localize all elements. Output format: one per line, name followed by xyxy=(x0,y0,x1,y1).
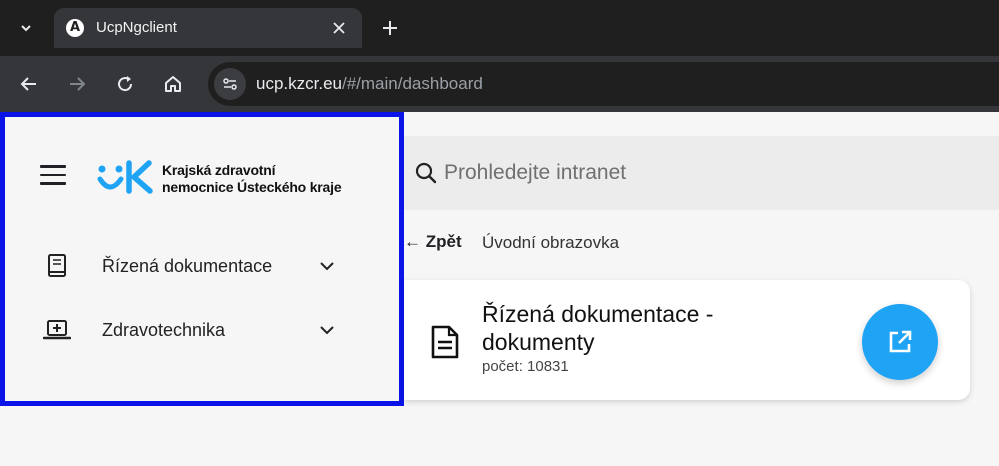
angular-favicon-icon: A xyxy=(66,19,84,37)
new-tab-plus-icon[interactable] xyxy=(376,14,404,42)
tab-title: UcpNgclient xyxy=(96,19,177,36)
back-arrow-icon: ← xyxy=(404,232,421,251)
search-bar[interactable]: Prohledejte intranet xyxy=(404,136,999,210)
url-path: /#/main/dashboard xyxy=(342,74,483,93)
tab-close-icon[interactable] xyxy=(328,17,350,39)
home-icon[interactable] xyxy=(159,70,187,98)
sidebar-item-label: Řízená dokumentace xyxy=(102,256,273,276)
browser-tab-bar: A UcpNgclient xyxy=(0,0,999,56)
address-bar[interactable]: ucp.kzcr.eu/#/main/dashboard xyxy=(208,62,999,106)
url-text: ucp.kzcr.eu/#/main/dashboard xyxy=(256,74,483,94)
open-external-icon xyxy=(889,330,912,353)
breadcrumb-current: Úvodní obrazovka xyxy=(482,233,620,252)
sidebar-item-label: Zdravotechnika xyxy=(102,320,226,340)
laptop-plus-icon xyxy=(43,320,71,340)
back-label: Zpět xyxy=(425,232,462,251)
uk-logo-mark xyxy=(97,160,153,194)
back-arrow-icon[interactable] xyxy=(15,70,43,98)
chevron-down-icon[interactable] xyxy=(317,320,337,340)
sidebar-item-rizena-dokumentace[interactable]: Řízená dokumentace xyxy=(43,244,343,288)
tab-search-chevron-icon[interactable] xyxy=(12,14,40,42)
browser-tab[interactable]: A UcpNgclient xyxy=(54,8,362,48)
logo-text-line2: nemocnice Ústeckého kraje xyxy=(162,179,342,195)
book-icon xyxy=(48,254,66,277)
site-settings-icon[interactable] xyxy=(214,68,246,100)
document-icon xyxy=(431,325,459,359)
sidebar-item-zdravotechnika[interactable]: Zdravotechnika xyxy=(43,308,343,352)
forward-arrow-icon[interactable] xyxy=(63,70,91,98)
reload-icon[interactable] xyxy=(111,70,139,98)
back-link[interactable]: ← Zpět xyxy=(404,232,462,252)
url-host: ucp.kzcr.eu xyxy=(256,74,342,93)
dashboard-card[interactable]: Řízená dokumentace - dokumenty počet: 10… xyxy=(404,280,970,400)
card-title: Řízená dokumentace - dokumenty xyxy=(482,301,714,355)
logo-text: Krajská zdravotní nemocnice Ústeckého kr… xyxy=(162,162,392,196)
search-input[interactable]: Prohledejte intranet xyxy=(444,161,626,185)
card-count: počet: 10831 xyxy=(482,358,569,375)
logo-text-line1: Krajská zdravotní xyxy=(162,162,276,178)
hamburger-menu-icon[interactable] xyxy=(40,165,66,187)
browser-toolbar: ucp.kzcr.eu/#/main/dashboard xyxy=(0,56,999,112)
open-external-button[interactable] xyxy=(862,304,938,380)
search-icon xyxy=(415,162,437,184)
sidebar: Krajská zdravotní nemocnice Ústeckého kr… xyxy=(0,112,404,406)
chevron-down-icon[interactable] xyxy=(317,256,337,276)
page-content: Krajská zdravotní nemocnice Ústeckého kr… xyxy=(0,112,999,466)
